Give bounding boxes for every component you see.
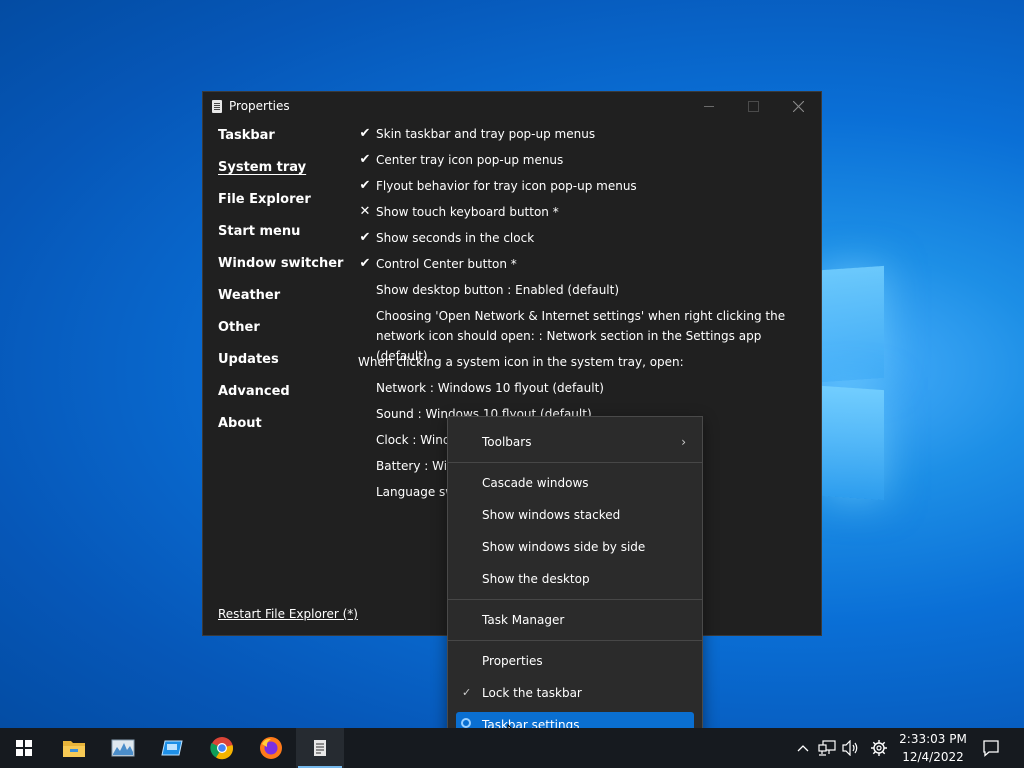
taskbar-resource-monitor[interactable] <box>99 728 147 768</box>
check-icon: ✔ <box>359 152 371 167</box>
taskbar: 2:33:03 PM 12/4/2022 <box>0 728 1024 768</box>
menu-separator <box>448 599 702 600</box>
properties-app-icon <box>212 99 222 113</box>
option-label: Center tray icon pop-up menus <box>376 153 564 167</box>
action-center-button[interactable] <box>978 728 1004 768</box>
option-label: Clock : Windo <box>376 433 458 447</box>
close-icon <box>793 100 804 112</box>
menu-item-cascade-windows[interactable]: Cascade windows <box>456 470 694 496</box>
speaker-icon <box>842 740 858 756</box>
tray-section-heading: When clicking a system icon in the syste… <box>358 355 684 369</box>
remote-desktop-icon <box>161 740 183 756</box>
menu-separator <box>448 462 702 463</box>
option-touch-keyboard[interactable]: ✕ Show touch keyboard button * <box>358 202 808 228</box>
network-icon <box>818 740 836 756</box>
check-icon: ✔ <box>359 178 371 193</box>
menu-separator <box>448 640 702 641</box>
monitor-chart-icon <box>111 739 135 757</box>
sidebar-item-window-switcher[interactable]: Window switcher <box>218 254 343 286</box>
firefox-icon <box>260 737 282 759</box>
sidebar-item-file-explorer[interactable]: File Explorer <box>218 190 343 222</box>
folder-icon <box>63 741 85 757</box>
sidebar-item-start-menu[interactable]: Start menu <box>218 222 343 254</box>
menu-item-toolbars[interactable]: Toolbars › <box>456 429 694 455</box>
title-bar[interactable]: Properties <box>203 92 821 120</box>
taskbar-properties-app[interactable] <box>296 728 344 768</box>
menu-item-show-windows-side-by-side[interactable]: Show windows side by side <box>456 534 694 560</box>
option-label: Show touch keyboard button * <box>376 205 559 219</box>
menu-item-lock-taskbar[interactable]: ✓ Lock the taskbar <box>456 680 694 706</box>
taskbar-chrome[interactable] <box>198 728 246 768</box>
sidebar-item-updates[interactable]: Updates <box>218 350 343 382</box>
option-center-menus[interactable]: ✔ Center tray icon pop-up menus <box>358 150 808 176</box>
option-flyout-behavior[interactable]: ✔ Flyout behavior for tray icon pop-up me… <box>358 176 808 202</box>
minimize-button[interactable] <box>686 92 731 120</box>
menu-item-task-manager[interactable]: Task Manager <box>456 607 694 633</box>
menu-item-show-desktop[interactable]: Show the desktop <box>456 566 694 592</box>
chevron-right-icon: › <box>681 435 686 449</box>
sidebar-item-weather[interactable]: Weather <box>218 286 343 318</box>
option-label: Show seconds in the clock <box>376 231 535 245</box>
check-icon: ✔ <box>359 256 371 271</box>
settings-icon <box>461 718 471 728</box>
network-tray-icon[interactable] <box>816 728 838 768</box>
option-skin-menus[interactable]: ✔ Skin taskbar and tray pop-up menus <box>358 124 808 150</box>
maximize-button[interactable] <box>731 92 776 120</box>
sidebar-item-other[interactable]: Other <box>218 318 343 350</box>
check-icon: ✔ <box>359 126 371 141</box>
show-hidden-icons-button[interactable] <box>794 728 812 768</box>
menu-item-label: Lock the taskbar <box>482 686 582 700</box>
windows-logo-icon <box>16 740 32 756</box>
sidebar-item-system-tray[interactable]: System tray <box>218 158 343 190</box>
option-label: Control Center button * <box>376 257 517 271</box>
taskbar-file-explorer[interactable] <box>50 728 98 768</box>
minimize-icon <box>703 105 714 107</box>
clock-date: 12/4/2022 <box>902 750 964 764</box>
option-label: Network : Windows 10 flyout (default) <box>376 381 604 395</box>
properties-app-icon <box>314 740 326 756</box>
checkmark-icon: ✓ <box>462 686 472 699</box>
start-button[interactable] <box>0 728 48 768</box>
volume-tray-icon[interactable] <box>840 728 862 768</box>
option-label: Skin taskbar and tray pop-up menus <box>376 127 596 141</box>
gear-icon <box>871 740 887 756</box>
control-center-button[interactable] <box>866 728 892 768</box>
option-network-settings[interactable]: Choosing 'Open Network & Internet settin… <box>358 306 808 363</box>
cross-icon: ✕ <box>359 204 371 219</box>
option-label: Show desktop button : Enabled (default) <box>376 283 620 297</box>
notification-icon <box>983 740 999 757</box>
desktop-windows-logo <box>812 265 892 503</box>
taskbar-firefox[interactable] <box>247 728 295 768</box>
taskbar-remote-desktop[interactable] <box>148 728 196 768</box>
window-controls <box>686 92 821 120</box>
clock-time: 2:33:03 PM <box>899 732 967 746</box>
check-icon: ✔ <box>359 230 371 245</box>
maximize-icon <box>748 100 759 112</box>
sidebar-item-advanced[interactable]: Advanced <box>218 382 343 414</box>
sidebar-item-about[interactable]: About <box>218 414 343 446</box>
option-control-center[interactable]: ✔ Control Center button * <box>358 254 808 280</box>
option-label: Flyout behavior for tray icon pop-up men… <box>376 179 637 193</box>
menu-item-show-windows-stacked[interactable]: Show windows stacked <box>456 502 694 528</box>
sidebar-item-taskbar[interactable]: Taskbar <box>218 126 343 158</box>
restart-file-explorer-link[interactable]: Restart File Explorer (*) <box>218 607 358 621</box>
option-show-seconds[interactable]: ✔ Show seconds in the clock <box>358 228 808 254</box>
option-show-desktop[interactable]: Show desktop button : Enabled (default) <box>358 280 808 306</box>
close-button[interactable] <box>776 92 821 120</box>
chevron-up-icon <box>797 745 809 752</box>
taskbar-context-menu: Toolbars › Cascade windows Show windows … <box>447 416 703 749</box>
taskbar-clock[interactable]: 2:33:03 PM 12/4/2022 <box>898 730 968 766</box>
menu-item-properties[interactable]: Properties <box>456 648 694 674</box>
sidebar: Taskbar System tray File Explorer Start … <box>218 126 343 446</box>
menu-item-label: Toolbars <box>482 435 532 449</box>
tray-network-option[interactable]: Network : Windows 10 flyout (default) <box>358 378 808 404</box>
chrome-icon <box>210 737 234 760</box>
window-title: Properties <box>229 99 290 113</box>
